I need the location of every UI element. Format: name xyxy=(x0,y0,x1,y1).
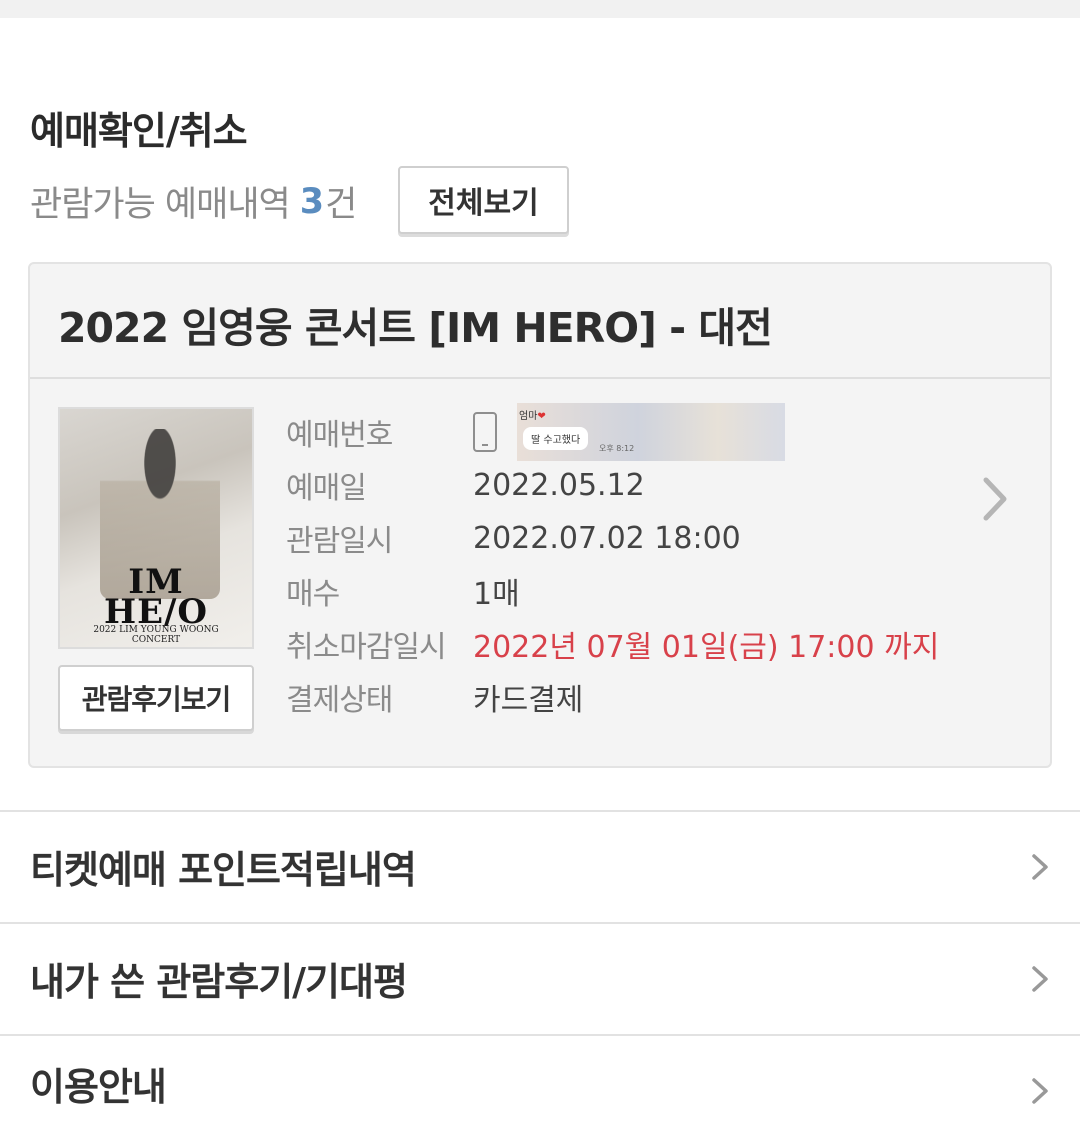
chevron-right-icon xyxy=(1032,854,1048,880)
summary-count: 3 xyxy=(299,181,324,222)
menu-item-my-reviews[interactable]: 내가 쓴 관람후기/기대평 xyxy=(0,922,1080,1033)
show-datetime-value: 2022.07.02 18:00 xyxy=(473,520,741,556)
row-ticket-count: 매수 1매 xyxy=(286,571,520,612)
chevron-right-icon[interactable] xyxy=(980,474,1010,524)
section-title: 예매확인/취소 xyxy=(30,109,248,153)
mobile-phone-icon xyxy=(473,412,497,452)
row-payment-status: 결제상태 카드결제 xyxy=(286,677,584,718)
booking-number-label: 예매번호 xyxy=(286,418,393,453)
row-show-datetime: 관람일시 2022.07.02 18:00 xyxy=(286,520,741,560)
chat-time: 오후 8:12 xyxy=(599,444,635,453)
row-booking-date: 예매일 2022.05.12 xyxy=(286,467,645,507)
booking-date-value: 2022.05.12 xyxy=(473,467,645,503)
view-review-button[interactable]: 관람후기보기 xyxy=(58,665,254,731)
booking-summary: 관람가능 예매내역 3 건 xyxy=(30,176,357,227)
view-all-button[interactable]: 전체보기 xyxy=(398,166,569,234)
row-cancel-deadline: 취소마감일시 2022년 07월 01일(금) 17:00 까지 xyxy=(286,624,940,665)
payment-status-value: 카드결제 xyxy=(473,683,584,718)
booking-number-image: 엄마❤ 딸 수고했다 오후 8:12 xyxy=(517,403,785,461)
summary-unit: 건 xyxy=(325,185,357,225)
poster-subtitle: 2022 LIM YOUNG WOONG CONCERT xyxy=(93,625,219,645)
menu-item-points-history[interactable]: 티켓예매 포인트적립내역 xyxy=(0,810,1080,921)
top-divider-strip xyxy=(0,0,1080,18)
row-booking-number: 예매번호 엄마❤ 딸 수고했다 오후 8:12 xyxy=(286,403,785,461)
booking-title[interactable]: 2022 임영웅 콘서트 [IM HERO] - 대전 xyxy=(58,294,773,354)
menu-item-usage-guide[interactable]: 이용안내 xyxy=(0,1034,1080,1130)
chat-bubble: 딸 수고했다 xyxy=(523,427,589,450)
cancel-deadline-value: 2022년 07월 01일(금) 17:00 까지 xyxy=(473,630,940,665)
poster-logo: IM HE/O xyxy=(103,562,209,632)
summary-label: 관람가능 예매내역 xyxy=(30,185,291,225)
booking-card[interactable]: 2022 임영웅 콘서트 [IM HERO] - 대전 IM HE/O 2022… xyxy=(28,262,1052,768)
ticket-count-value: 1매 xyxy=(473,577,520,612)
chevron-right-icon xyxy=(1032,966,1048,992)
chevron-right-icon xyxy=(1032,1078,1048,1104)
card-divider xyxy=(30,377,1050,379)
concert-poster[interactable]: IM HE/O 2022 LIM YOUNG WOONG CONCERT xyxy=(58,407,254,649)
